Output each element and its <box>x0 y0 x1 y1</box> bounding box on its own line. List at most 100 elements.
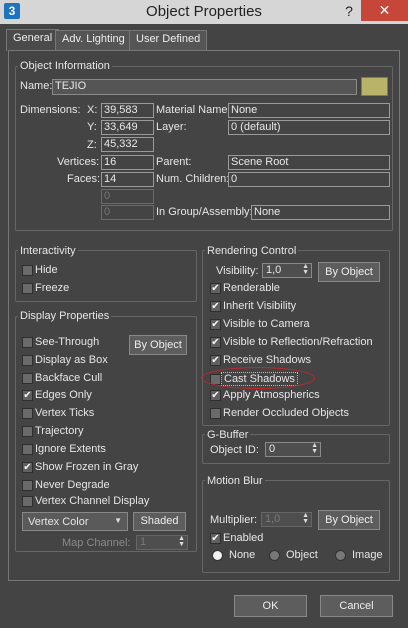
blur-object-radio[interactable] <box>269 550 280 561</box>
never-degrade-label: Never Degrade <box>35 479 110 491</box>
blur-none-radio[interactable] <box>212 550 223 561</box>
name-input[interactable]: TEJIO <box>52 79 357 95</box>
map-channel-label: Map Channel: <box>62 537 131 549</box>
show-frozen-gray-checkbox[interactable]: ✔ <box>22 462 33 473</box>
renderable-label: Renderable <box>223 282 280 294</box>
hide-label: Hide <box>35 264 58 276</box>
vertex-color-value: Vertex Color <box>28 516 89 528</box>
renderable-checkbox[interactable]: ✔ <box>210 283 221 294</box>
visible-to-camera-checkbox[interactable]: ✔ <box>210 319 221 330</box>
blur-image-label: Image <box>352 549 383 561</box>
ignore-extents-label: Ignore Extents <box>35 443 106 455</box>
vertices-label: Vertices: <box>57 156 100 168</box>
help-button[interactable]: ? <box>338 1 360 21</box>
rendering-control-title: Rendering Control <box>205 245 299 257</box>
vertex-channel-display-label: Vertex Channel Display <box>35 495 150 507</box>
apply-atmospherics-checkbox[interactable]: ✔ <box>210 390 221 401</box>
edges-only-label: Edges Only <box>35 389 92 401</box>
title-bar: 3 Object Properties ? ✕ <box>0 0 408 24</box>
vertex-ticks-label: Vertex Ticks <box>35 407 95 419</box>
material-name-field: None <box>228 103 390 118</box>
num-children-label: Num. Children: <box>156 173 230 185</box>
num-children-field: 0 <box>228 172 390 187</box>
z-label: Z: <box>87 139 97 151</box>
display-as-box-checkbox[interactable] <box>22 355 33 366</box>
parent-field: Scene Root <box>228 155 390 170</box>
show-frozen-gray-label: Show Frozen in Gray <box>35 461 139 473</box>
extra-field-1: 0 <box>101 189 154 204</box>
visible-to-reflection-label: Visible to Reflection/Refraction <box>223 336 373 348</box>
visibility-label: Visibility: <box>216 265 259 277</box>
faces-field: 14 <box>101 172 154 187</box>
inherit-visibility-checkbox[interactable]: ✔ <box>210 301 221 312</box>
layer-field: 0 (default) <box>228 120 390 135</box>
object-color-swatch[interactable] <box>361 77 388 96</box>
backface-cull-checkbox[interactable] <box>22 373 33 384</box>
in-group-field: None <box>251 205 390 220</box>
receive-shadows-checkbox[interactable]: ✔ <box>210 355 221 366</box>
dimensions-label: Dimensions: <box>20 104 81 116</box>
multiplier-spinner: 1,0 ▲ ▼ <box>261 512 312 527</box>
freeze-checkbox[interactable] <box>22 283 33 294</box>
hide-checkbox[interactable] <box>22 265 33 276</box>
enabled-checkbox[interactable]: ✔ <box>210 533 221 544</box>
receive-shadows-label: Receive Shadows <box>223 354 312 366</box>
render-occluded-label: Render Occluded Objects <box>223 407 349 419</box>
chevron-down-icon: ▼ <box>114 516 122 525</box>
material-name-label: Material Name: <box>156 104 231 116</box>
interactivity-title: Interactivity <box>18 245 78 257</box>
interactivity-group <box>15 250 197 302</box>
close-button[interactable]: ✕ <box>361 0 408 21</box>
trajectory-label: Trajectory <box>35 425 84 437</box>
see-through-checkbox[interactable] <box>22 337 33 348</box>
see-through-label: See-Through <box>35 336 100 348</box>
tab-general[interactable]: General <box>6 29 60 51</box>
motion-blur-by-object-button[interactable]: By Object <box>318 510 380 530</box>
object-id-spinner[interactable]: 0 ▲ ▼ <box>265 442 321 457</box>
multiplier-label: Multiplier: <box>210 514 258 526</box>
display-properties-title: Display Properties <box>18 310 112 322</box>
faces-label: Faces: <box>67 173 101 185</box>
visible-to-reflection-checkbox[interactable]: ✔ <box>210 337 221 348</box>
vertex-channel-display-checkbox[interactable] <box>22 496 33 507</box>
z-dimension-field: 45,332 <box>101 137 154 152</box>
inherit-visibility-label: Inherit Visibility <box>223 300 297 312</box>
extra-field-2: 0 <box>101 205 154 220</box>
blur-object-label: Object <box>286 549 318 561</box>
x-label: X: <box>87 104 98 116</box>
display-by-object-button[interactable]: By Object <box>129 335 187 355</box>
cancel-button[interactable]: Cancel <box>320 595 393 617</box>
in-group-label: In Group/Assembly: <box>156 206 253 218</box>
rendering-by-object-button[interactable]: By Object <box>318 262 380 282</box>
display-as-box-label: Display as Box <box>35 354 108 366</box>
x-dimension-field: 39,583 <box>101 103 154 118</box>
ignore-extents-checkbox[interactable] <box>22 444 33 455</box>
enabled-label: Enabled <box>223 532 264 544</box>
vertices-field: 16 <box>101 155 154 170</box>
ok-button[interactable]: OK <box>234 595 307 617</box>
name-label: Name: <box>20 80 53 92</box>
parent-label: Parent: <box>156 156 192 168</box>
red-annotation-ellipse <box>201 367 315 389</box>
layer-label: Layer: <box>156 121 187 133</box>
map-channel-spinner: 1 ▲ ▼ <box>136 535 188 550</box>
g-buffer-title: G-Buffer <box>205 429 251 441</box>
object-info-title: Object Information <box>18 60 112 72</box>
object-id-label: Object ID: <box>210 444 259 456</box>
vertex-ticks-checkbox[interactable] <box>22 408 33 419</box>
blur-none-label: None <box>229 549 256 561</box>
motion-blur-title: Motion Blur <box>205 475 265 487</box>
edges-only-checkbox[interactable]: ✔ <box>22 390 33 401</box>
shaded-button[interactable]: Shaded <box>133 512 186 531</box>
never-degrade-checkbox[interactable] <box>22 480 33 491</box>
trajectory-checkbox[interactable] <box>22 426 33 437</box>
backface-cull-label: Backface Cull <box>35 372 103 384</box>
y-label: Y: <box>87 121 97 133</box>
visibility-spinner[interactable]: 1,0 ▲ ▼ <box>262 263 312 278</box>
vertex-color-dropdown[interactable]: Vertex Color ▼ <box>22 512 128 531</box>
tab-user-defined[interactable]: User Defined <box>129 30 208 50</box>
blur-image-radio[interactable] <box>335 550 346 561</box>
render-occluded-checkbox[interactable] <box>210 408 221 419</box>
apply-atmospherics-label: Apply Atmospherics <box>223 389 320 401</box>
tab-adv-lighting[interactable]: Adv. Lighting <box>55 30 132 50</box>
